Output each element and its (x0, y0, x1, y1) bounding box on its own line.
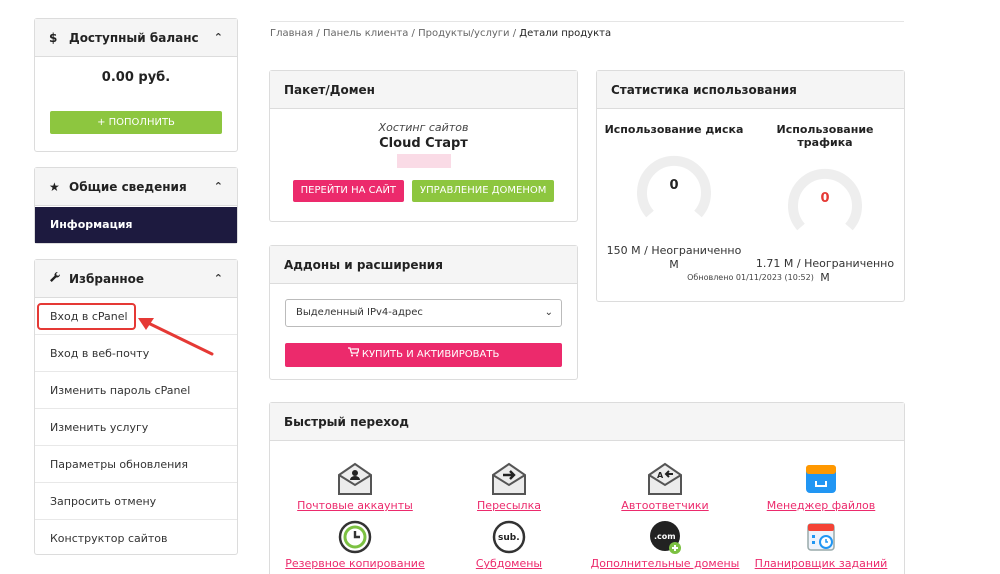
breadcrumb-sep: / (411, 28, 415, 39)
traffic-usage-line1: 1.71 M / Неограниченно (755, 257, 895, 270)
traffic-gauge-value: 0 (820, 191, 830, 206)
autoresponders-icon: A (646, 461, 684, 497)
chevron-up-icon[interactable]: ⌃ (214, 272, 223, 285)
chevron-up-icon[interactable]: ⌃ (214, 180, 223, 193)
chevron-up-icon[interactable]: ⌃ (214, 31, 223, 44)
sidebar-item-change-password[interactable]: Изменить пароль cPanel (35, 372, 237, 409)
cart-icon (347, 347, 362, 360)
balance-amount: 0.00 руб. (101, 70, 171, 85)
quick-link-autoresponders[interactable]: A Автоответчики (590, 461, 740, 512)
quick-link-file-manager[interactable]: Менеджер файлов (746, 461, 896, 512)
star-icon: ★ (49, 179, 60, 194)
quick-link-subdomains[interactable]: sub. Субдомены (434, 519, 584, 570)
manage-domain-button[interactable]: УПРАВЛЕНИЕ ДОМЕНОМ (412, 180, 555, 202)
balance-panel-header[interactable]: $ Доступный баланс ⌃ (35, 19, 237, 57)
redacted-domain (396, 154, 451, 168)
sidebar-item-upgrade-options[interactable]: Параметры обновления (35, 446, 237, 483)
traffic-gauge: 0 (787, 165, 863, 241)
plus-icon: + (97, 117, 106, 128)
buy-activate-button[interactable]: КУПИТЬ И АКТИВИРОВАТЬ (285, 343, 562, 367)
package-actions: ПЕРЕЙТИ НА САЙТ УПРАВЛЕНИЕ ДОМЕНОМ (270, 180, 577, 202)
quick-link-label: Пересылка (477, 499, 541, 512)
addons-title: Аддоны и расширения (270, 246, 577, 284)
quick-link-label: Планировщик заданий (754, 557, 888, 570)
usage-stats-panel: Статистика использования Использование д… (596, 70, 905, 302)
package-panel: Пакет/Домен Хостинг сайтов Cloud Старт П… (269, 70, 578, 222)
subdomains-icon: sub. (490, 519, 528, 555)
addon-select-value: Выделенный IPv4-адрес (296, 307, 423, 318)
overview-title: Общие сведения (69, 179, 187, 194)
dollar-icon: $ (49, 30, 58, 45)
overview-panel: ★ Общие сведения ⌃ Информация (34, 167, 238, 244)
quick-link-addon-domains[interactable]: .com Дополнительные домены (590, 519, 740, 570)
balance-panel: $ Доступный баланс ⌃ 0.00 руб. + ПОПОЛНИ… (34, 18, 238, 152)
go-to-site-button[interactable]: ПЕРЕЙТИ НА САЙТ (292, 180, 405, 202)
traffic-usage: Использование трафика 0 1.71 M / Неогран… (750, 123, 900, 285)
annotation-arrow-icon (138, 318, 214, 356)
breadcrumb-home[interactable]: Главная (270, 28, 313, 39)
chevron-down-icon: ⌄ (544, 307, 553, 318)
topup-button[interactable]: + ПОПОЛНИТЬ (50, 111, 222, 134)
svg-text:.com: .com (654, 532, 676, 541)
quick-link-email-accounts[interactable]: Почтовые аккаунты (280, 461, 430, 512)
cron-jobs-icon (802, 519, 840, 555)
breadcrumb-client-area[interactable]: Панель клиента (323, 28, 408, 39)
sidebar-item-change-service[interactable]: Изменить услугу (35, 409, 237, 446)
quick-link-label: Дополнительные домены (590, 557, 740, 570)
quick-links-title: Быстрый переход (270, 403, 904, 441)
quick-link-label: Резервное копирование (285, 557, 425, 570)
email-accounts-icon (336, 461, 374, 497)
breadcrumb: Главная / Панель клиента / Продукты/услу… (270, 28, 611, 39)
quick-links-panel: Быстрый переход Почтовые аккаунты Пересы… (269, 402, 905, 574)
highlight-box (37, 303, 136, 330)
topup-label: ПОПОЛНИТЬ (108, 117, 175, 128)
buy-activate-label: КУПИТЬ И АКТИВИРОВАТЬ (361, 349, 500, 360)
disk-usage-line1: 150 M / Неограниченно (606, 244, 742, 257)
quick-link-label: Автоответчики (621, 499, 709, 512)
breadcrumb-current: Детали продукта (519, 28, 612, 39)
sidebar-item-info[interactable]: Информация (35, 207, 237, 243)
quick-link-label: Менеджер файлов (766, 499, 876, 512)
breadcrumb-products[interactable]: Продукты/услуги (418, 28, 509, 39)
traffic-usage-title: Использование трафика (776, 123, 874, 149)
disk-gauge-value: 0 (669, 178, 679, 193)
favorites-panel-header[interactable]: Избранное ⌃ (35, 260, 237, 298)
disk-usage-line2: M (669, 258, 679, 271)
addon-domains-icon: .com (646, 519, 684, 555)
package-name: Cloud Старт (379, 136, 468, 151)
package-title: Пакет/Домен (270, 71, 577, 109)
quick-link-label: Субдомены (475, 557, 543, 570)
svg-text:sub.: sub. (498, 533, 520, 543)
svg-text:A: A (657, 471, 664, 480)
disk-usage-title: Использование диска (604, 123, 744, 136)
quick-link-backup[interactable]: Резервное копирование (280, 519, 430, 570)
balance-title: Доступный баланс (69, 30, 199, 45)
quick-link-forwarders[interactable]: Пересылка (434, 461, 584, 512)
disk-gauge: 0 (636, 152, 712, 228)
breadcrumb-divider (270, 21, 904, 22)
breadcrumb-sep: / (512, 28, 517, 39)
favorites-title: Избранное (69, 271, 145, 286)
overview-panel-header[interactable]: ★ Общие сведения ⌃ (35, 168, 237, 206)
sidebar-item-site-builder[interactable]: Конструктор сайтов (35, 520, 237, 557)
backup-icon (336, 519, 374, 555)
forwarders-icon (490, 461, 528, 497)
package-type: Хостинг сайтов (378, 121, 469, 134)
addon-select[interactable]: Выделенный IPv4-адрес ⌄ (285, 299, 562, 327)
sidebar-item-request-cancel[interactable]: Запросить отмену (35, 483, 237, 520)
quick-link-cron-jobs[interactable]: Планировщик заданий (746, 519, 896, 570)
addons-panel: Аддоны и расширения Выделенный IPv4-адре… (269, 245, 578, 380)
file-manager-icon (802, 461, 840, 497)
disk-usage-text: 150 M / Неограниченно M (599, 244, 749, 272)
disk-usage: Использование диска 0 150 M / Неограниче… (599, 123, 749, 272)
quick-link-label: Почтовые аккаунты (297, 499, 413, 512)
usage-stats-title: Статистика использования (597, 71, 904, 109)
wrench-icon (49, 271, 65, 286)
breadcrumb-sep: / (316, 28, 320, 39)
stats-updated-at: Обновлено 01/11/2023 (10:52) (687, 273, 814, 282)
